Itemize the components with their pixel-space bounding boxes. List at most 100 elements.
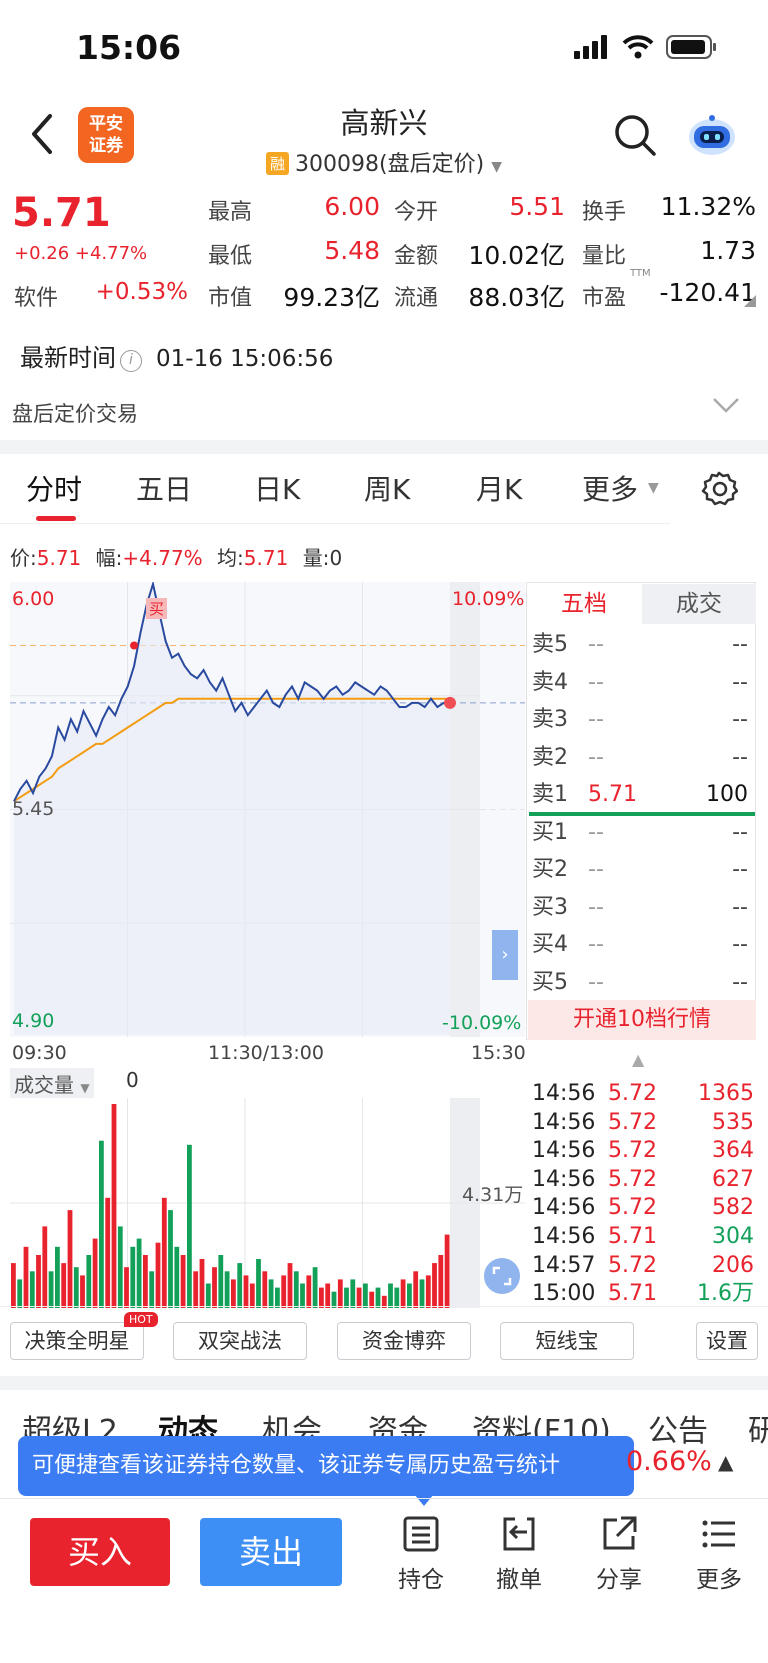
trade-price: 5.72 — [608, 1081, 657, 1106]
spread-bar — [529, 812, 755, 816]
level-volume: -- — [732, 819, 748, 845]
orderbook-row[interactable]: 卖5 -- -- — [530, 627, 756, 663]
strategy-button[interactable]: 双突战法 — [173, 1322, 307, 1360]
volume-bar — [363, 1283, 368, 1308]
strategy-button[interactable]: 决策全明星 — [10, 1322, 144, 1360]
robot-assistant-icon[interactable] — [686, 112, 738, 158]
intraday-chart[interactable] — [10, 582, 525, 1037]
chevron-down-icon[interactable] — [712, 396, 740, 414]
volume-bar — [61, 1263, 67, 1308]
trade-time: 14:57 — [532, 1252, 596, 1278]
tab-period[interactable]: 更多 — [582, 468, 638, 508]
search-icon[interactable] — [612, 112, 658, 158]
volume-bar — [432, 1263, 437, 1308]
orderbook-row[interactable]: 卖4 -- -- — [530, 665, 756, 701]
orderbook-row[interactable]: 卖3 -- -- — [530, 702, 756, 738]
sector-name[interactable]: 软件 — [14, 280, 58, 312]
info-icon[interactable]: i — [120, 350, 142, 372]
volume-bar — [344, 1287, 349, 1308]
more-button[interactable]: 更多 — [684, 1514, 754, 1594]
strategy-button[interactable]: 短线宝 — [500, 1322, 634, 1360]
volume-bar — [388, 1283, 393, 1308]
triangle-up-icon[interactable]: ▲ — [718, 1450, 733, 1474]
settings-button[interactable]: 设置 — [696, 1322, 758, 1360]
quote-label: 金额 — [394, 244, 439, 269]
quote-label: 市盈 — [582, 286, 627, 311]
volume-bar — [268, 1279, 274, 1308]
tooltip-tail — [414, 1494, 434, 1506]
level-price: -- — [588, 857, 604, 882]
open-10-level-button[interactable]: 开通10档行情 — [528, 1000, 756, 1040]
more-label: 更多 — [696, 1567, 742, 1593]
tab-five-levels[interactable]: 五档 — [528, 584, 640, 624]
holdings-tooltip[interactable]: 可便捷查看该证券持仓数量、该证券专属历史盈亏统计 — [18, 1436, 634, 1496]
vol-value: 0 — [329, 546, 343, 570]
last-price: 5.71 — [12, 190, 111, 236]
wifi-icon — [622, 35, 654, 59]
volume-bar — [136, 1238, 142, 1308]
volume-bar — [67, 1210, 73, 1308]
latest-label: 最新时间 — [20, 344, 116, 372]
corner-triangle-icon — [744, 295, 756, 307]
volume-selector[interactable]: 成交量 ▼ — [10, 1068, 94, 1099]
tab-period[interactable]: 分时 — [26, 468, 82, 508]
section-divider — [0, 440, 768, 454]
sector-change: +0.53% — [95, 279, 188, 305]
share-label: 分享 — [596, 1567, 642, 1593]
level-label: 买3 — [532, 894, 568, 920]
orderbook-row[interactable]: 卖2 -- -- — [530, 740, 756, 776]
orderbook-row[interactable]: 买3 -- -- — [530, 890, 756, 926]
volume-bar — [17, 1279, 23, 1308]
y-bottom-label: 4.90 — [12, 1010, 55, 1032]
volume-bar — [306, 1275, 312, 1308]
collapse-panel-button[interactable]: › — [492, 930, 518, 980]
trade-price: 5.72 — [608, 1109, 657, 1135]
level-volume: 100 — [706, 782, 748, 807]
volume-bar — [237, 1263, 243, 1308]
tab-period[interactable]: 五日 — [136, 468, 192, 508]
orderbook-row[interactable]: 买4 -- -- — [530, 927, 756, 963]
buy-button[interactable]: 买入 — [30, 1518, 170, 1586]
toolbar-divider — [0, 1498, 768, 1499]
volume-bar — [29, 1271, 35, 1308]
quote-label: 换手 — [582, 200, 627, 225]
after-hours-trading[interactable]: 盘后定价交易 — [12, 398, 138, 428]
volume-bar — [438, 1255, 444, 1308]
content-tab[interactable]: 研 — [748, 1406, 768, 1450]
tab-deals[interactable]: 成交 — [642, 584, 756, 624]
fullscreen-button[interactable] — [484, 1258, 520, 1294]
amp-label: 幅: — [95, 546, 123, 570]
volume-bar — [130, 1246, 136, 1308]
gear-icon[interactable] — [700, 470, 738, 508]
volume-bar — [161, 1197, 167, 1308]
volume-bar — [73, 1267, 79, 1308]
tab-period[interactable]: 周K — [364, 468, 410, 508]
content-tab[interactable]: 公告 — [648, 1406, 708, 1450]
strategy-button[interactable]: 资金博弈 — [337, 1322, 471, 1360]
orderbook-row[interactable]: 买5 -- -- — [530, 965, 756, 1001]
volume-bar — [243, 1275, 249, 1308]
quote-value: 5.48 — [324, 236, 380, 265]
dropdown-icon: ▼ — [648, 480, 659, 496]
scroll-up-icon[interactable]: ▲ — [632, 1050, 644, 1069]
level-volume: -- — [732, 857, 748, 882]
orderbook-row[interactable]: 卖1 5.71 100 — [530, 777, 756, 813]
trade-time: 14:56 — [532, 1109, 596, 1135]
tab-period[interactable]: 日K — [254, 468, 300, 508]
quote-value: 99.23亿 — [283, 283, 380, 312]
level-label: 卖5 — [532, 632, 568, 657]
volume-chart[interactable] — [10, 1098, 525, 1308]
tab-period[interactable]: 月K — [476, 468, 522, 508]
holdings-button[interactable]: 持仓 — [386, 1514, 456, 1594]
share-button[interactable]: 分享 — [584, 1514, 654, 1594]
orderbook-row[interactable]: 买1 -- -- — [530, 815, 756, 851]
cancel-order-button[interactable]: 撤单 — [484, 1514, 554, 1594]
trade-volume: 304 — [712, 1224, 754, 1249]
level-label: 卖2 — [532, 744, 568, 770]
sell-button[interactable]: 卖出 — [200, 1518, 342, 1586]
volume-bar — [262, 1271, 268, 1308]
orderbook-row[interactable]: 买2 -- -- — [530, 852, 756, 888]
y-mid-label: 5.45 — [12, 798, 55, 820]
section-divider — [0, 1306, 768, 1307]
expand-icon — [492, 1266, 512, 1286]
